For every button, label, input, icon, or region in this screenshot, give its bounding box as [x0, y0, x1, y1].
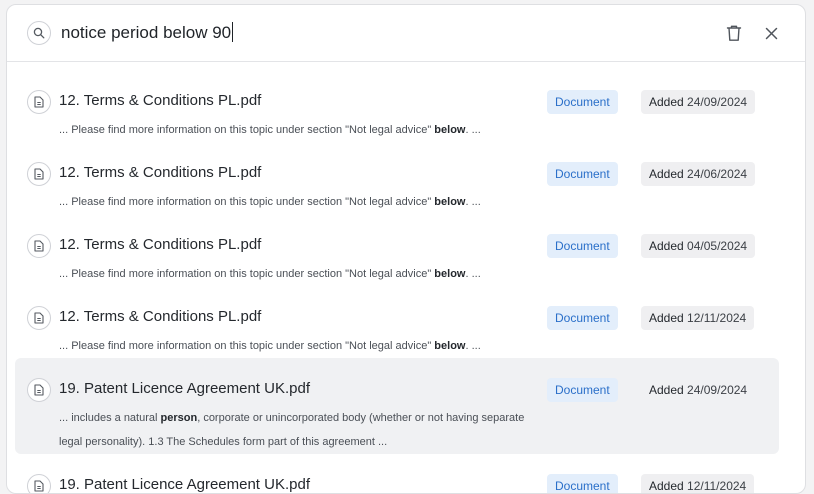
snippet-match: below: [434, 196, 466, 208]
snippet-match: below: [434, 340, 466, 352]
result-snippet: ... Please find more information on this…: [59, 190, 529, 214]
document-icon: [27, 162, 51, 186]
document-icon: [27, 474, 51, 493]
result-title: 12. Terms & Conditions PL.pdf: [59, 92, 262, 109]
added-label: Added: [649, 167, 684, 181]
added-date: 24/09/2024: [687, 95, 748, 109]
document-icon: [27, 306, 51, 330]
result-title: 12. Terms & Conditions PL.pdf: [59, 308, 262, 325]
snippet-text: . ...: [465, 124, 481, 136]
result-snippet: ... Please find more information on this…: [59, 334, 529, 358]
close-icon[interactable]: [760, 22, 782, 44]
search-panel: notice period below 90 12. Terms & Condi…: [6, 4, 806, 494]
snippet-match: below: [434, 268, 466, 280]
document-icon: [27, 378, 51, 402]
result-row[interactable]: 19. Patent Licence Agreement UK.pdf ... i…: [15, 358, 779, 454]
document-icon: [27, 234, 51, 258]
document-icon: [27, 90, 51, 114]
result-title: 12. Terms & Conditions PL.pdf: [59, 164, 262, 181]
text-caret: [232, 22, 234, 42]
type-badge: Document: [547, 162, 618, 186]
snippet-text: . ...: [465, 340, 481, 352]
result-row[interactable]: 12. Terms & Conditions PL.pdf ... Please …: [15, 286, 779, 352]
snippet-match: below: [434, 124, 466, 136]
snippet-text: ... Please find more information on this…: [59, 196, 435, 208]
result-row[interactable]: 12. Terms & Conditions PL.pdf ... Please …: [15, 214, 779, 280]
result-title: 19. Patent Licence Agreement UK.pdf: [59, 380, 310, 397]
type-badge: Document: [547, 378, 618, 402]
added-date-badge: Added 04/05/2024: [641, 234, 756, 258]
type-badge: Document: [547, 306, 618, 330]
snippet-text: ... Please find more information on this…: [59, 124, 435, 136]
snippet-text: ... Please find more information on this…: [59, 340, 435, 352]
trash-icon[interactable]: [723, 21, 745, 45]
added-date: 24/09/2024: [687, 383, 748, 397]
type-badge: Document: [547, 474, 618, 493]
added-date: 04/05/2024: [687, 239, 748, 253]
search-bar: notice period below 90: [7, 5, 805, 62]
added-date: 12/11/2024: [687, 311, 747, 325]
added-label: Added: [649, 311, 684, 325]
type-badge: Document: [547, 90, 618, 114]
result-title: 12. Terms & Conditions PL.pdf: [59, 236, 262, 253]
result-row[interactable]: 12. Terms & Conditions PL.pdf ... Please …: [15, 70, 779, 136]
added-date-badge: Added 12/11/2024: [641, 474, 755, 493]
added-label: Added: [649, 383, 684, 397]
added-date-badge: Added 24/09/2024: [641, 90, 756, 114]
added-date: 24/06/2024: [687, 167, 748, 181]
search-icon: [27, 21, 51, 45]
snippet-text: . ...: [465, 268, 481, 280]
search-query: notice period below 90: [61, 23, 232, 42]
snippet-text: . ...: [465, 196, 481, 208]
result-snippet: ... includes a natural person, corporate…: [59, 406, 529, 454]
result-snippet: ... Please find more information on this…: [59, 118, 529, 142]
added-label: Added: [649, 239, 684, 253]
added-label: Added: [649, 95, 684, 109]
added-date-badge: Added 24/09/2024: [641, 378, 755, 402]
added-date-badge: Added 24/06/2024: [641, 162, 756, 186]
snippet-match: person: [160, 412, 198, 424]
snippet-text: ... includes a natural: [59, 412, 161, 424]
added-label: Added: [649, 479, 684, 493]
result-snippet: ... Please find more information on this…: [59, 262, 529, 286]
added-date-badge: Added 12/11/2024: [641, 306, 755, 330]
search-input[interactable]: notice period below 90: [61, 21, 234, 45]
result-row[interactable]: 19. Patent Licence Agreement UK.pdf Docum…: [15, 454, 779, 493]
result-title: 19. Patent Licence Agreement UK.pdf: [59, 476, 310, 493]
added-date: 12/11/2024: [687, 479, 747, 493]
type-badge: Document: [547, 234, 618, 258]
snippet-text: ... Please find more information on this…: [59, 268, 435, 280]
result-row[interactable]: 12. Terms & Conditions PL.pdf ... Please …: [15, 142, 779, 208]
